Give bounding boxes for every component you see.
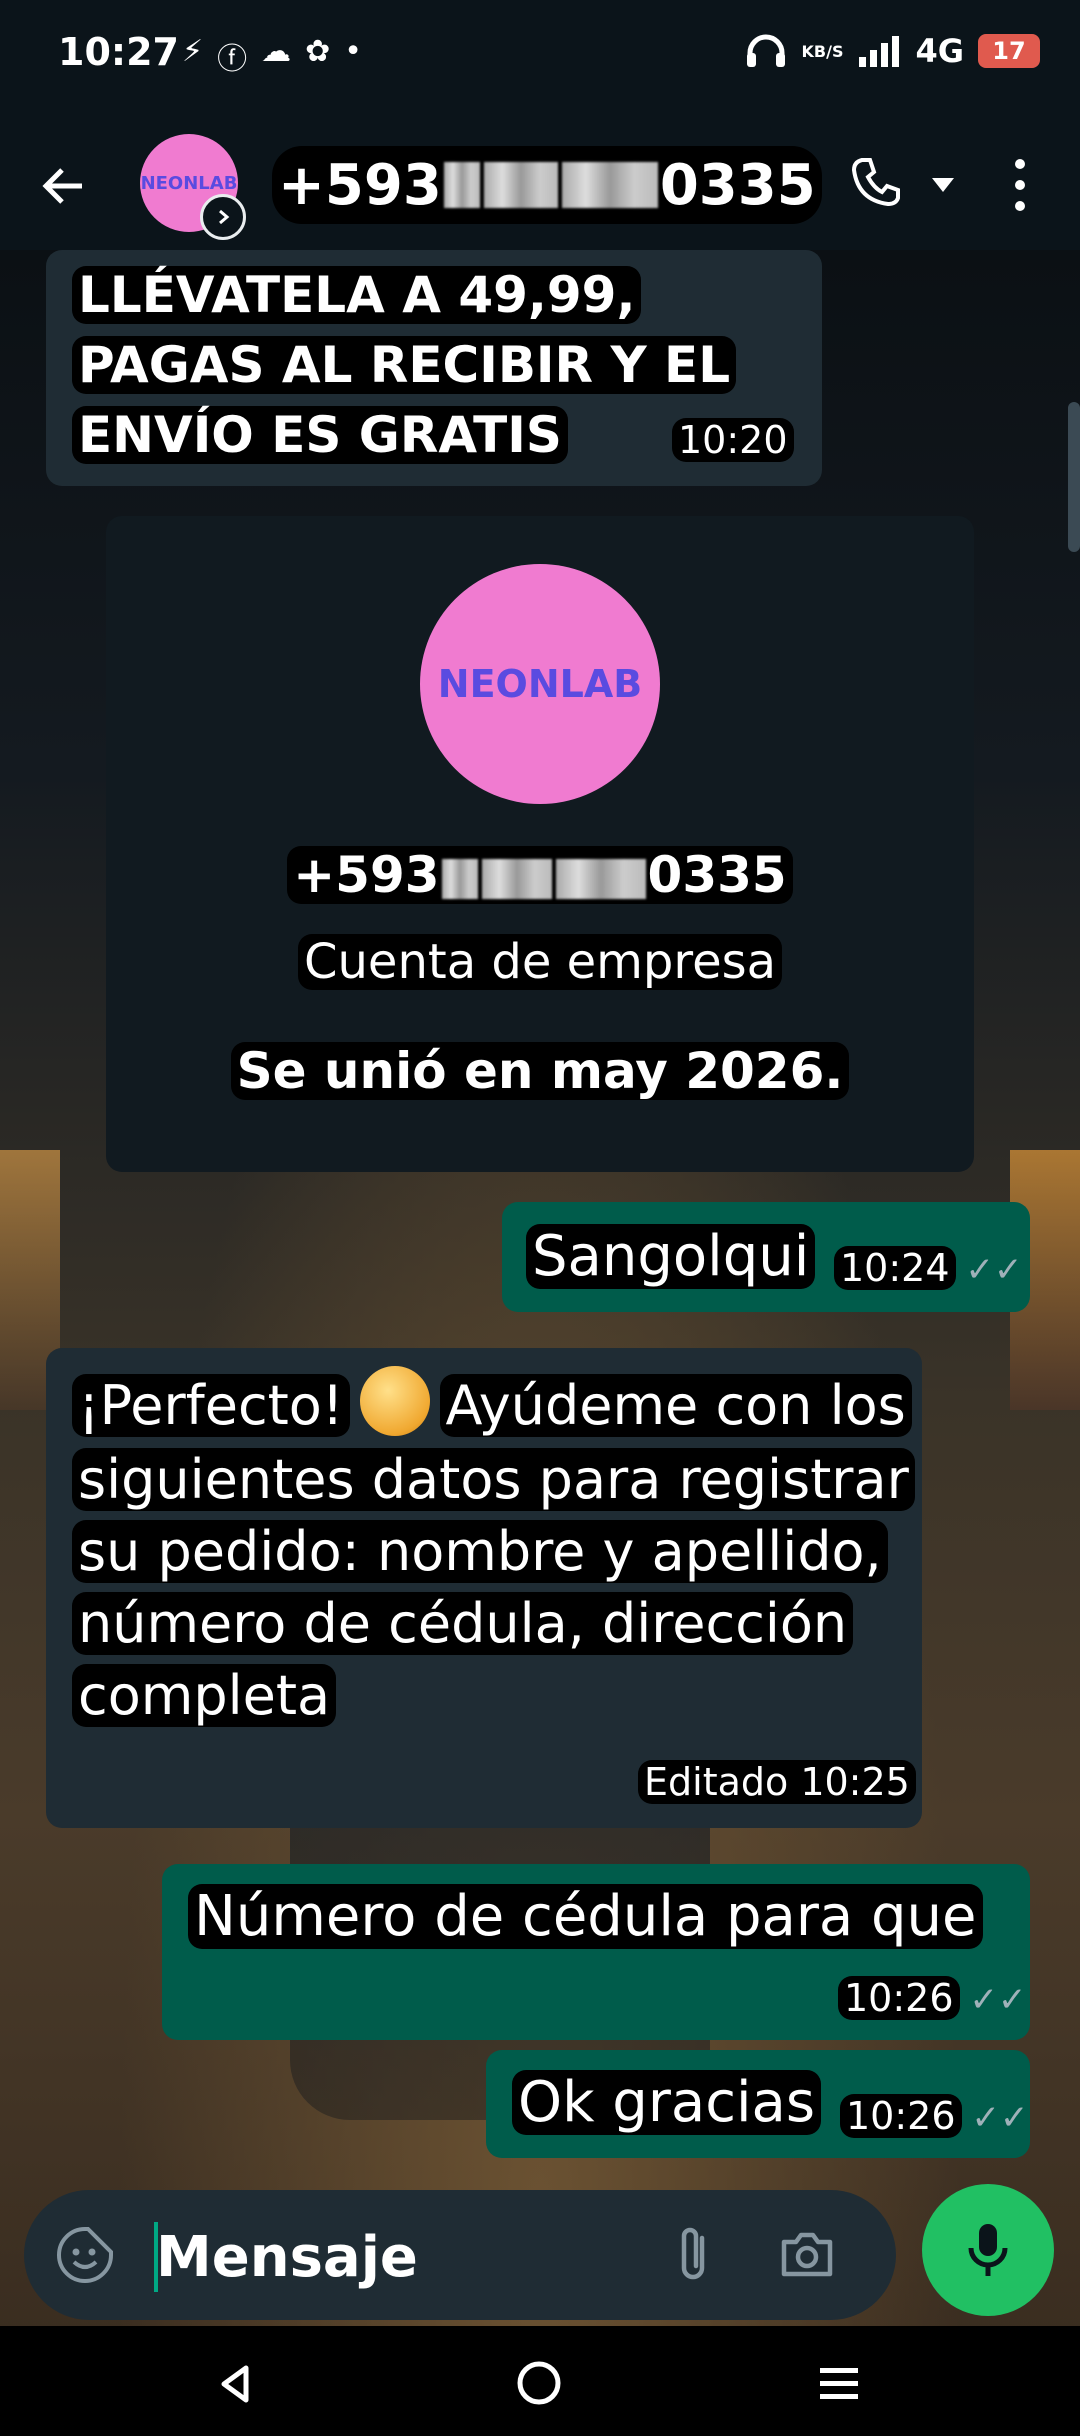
message-time: 10:24	[834, 1246, 956, 1290]
message-incoming[interactable]: ¡Perfecto! Ayúdeme con los siguientes dat…	[46, 1348, 922, 1828]
system-navigation-bar	[0, 2326, 1080, 2436]
more-options-icon[interactable]	[1006, 150, 1034, 220]
network-type: 4G	[915, 32, 964, 70]
status-time: 10:27	[58, 30, 179, 74]
message-time: 10:26	[840, 2094, 962, 2138]
microphone-button[interactable]	[922, 2184, 1054, 2316]
status-play-icon	[200, 194, 246, 240]
double-check-icon: ✓✓	[971, 2098, 1029, 2138]
account-type-label: Cuenta de empresa	[297, 934, 783, 990]
facebook-icon: ⓕ	[217, 42, 248, 77]
message-composer	[24, 2190, 896, 2320]
message-text: LLÉVATELA A 49,99, PAGAS AL RECIBIR Y EL…	[72, 266, 737, 464]
scroll-indicator[interactable]	[1068, 402, 1080, 552]
voice-call-icon[interactable]	[846, 152, 906, 212]
sticker-icon[interactable]	[54, 2224, 116, 2286]
message-outgoing[interactable]: Número de cédula para que 10:26 ✓✓	[162, 1864, 1030, 2040]
notification-icons: ⚡ ⓕ ☁ ✿ •	[182, 34, 362, 78]
message-input[interactable]	[154, 2216, 638, 2298]
chevron-down-icon[interactable]	[926, 170, 960, 200]
message-text: Número de cédula para que	[188, 1884, 983, 1949]
business-avatar[interactable]: NEONLAB	[420, 564, 660, 804]
chat-header: NEONLAB +593 0335	[0, 118, 1080, 250]
nav-recents-icon[interactable]	[816, 2360, 862, 2406]
redacted-digits	[443, 162, 480, 208]
double-check-icon: ✓✓	[965, 1250, 1023, 1290]
battery-icon: 17	[978, 34, 1040, 68]
nav-home-icon[interactable]	[514, 2358, 564, 2408]
microphone-icon	[968, 2224, 1008, 2276]
contact-name[interactable]: +593 0335	[272, 146, 822, 224]
dot-icon: •	[344, 34, 362, 69]
message-outgoing[interactable]: Sangolqui 10:24 ✓✓	[502, 1202, 1030, 1312]
contact-avatar[interactable]: NEONLAB	[140, 134, 246, 240]
joined-date: Se unió en may 2026.	[230, 1042, 850, 1100]
signal-icon	[859, 36, 900, 67]
message-time: 10:26	[838, 1976, 960, 2020]
messenger-icon: ⚡	[182, 34, 204, 69]
message-edited-time: Editado 10:25	[638, 1760, 916, 1804]
network-speed: KB/S	[801, 41, 844, 61]
headphones-icon	[746, 34, 785, 67]
double-check-icon: ✓✓	[969, 1980, 1027, 2020]
message-text: Sangolqui	[526, 1224, 816, 1289]
business-phone: +593 0335	[106, 846, 974, 904]
message-text: Ok gracias	[512, 2070, 822, 2135]
app-icon: ✿	[305, 34, 331, 69]
attach-icon[interactable]	[668, 2222, 718, 2288]
message-time: 10:20	[672, 418, 794, 462]
status-bar: 10:27 ⚡ ⓕ ☁ ✿ • KB/S 4G 17	[0, 0, 1080, 118]
system-status: KB/S 4G 17	[744, 32, 1040, 70]
message-incoming[interactable]: LLÉVATELA A 49,99, PAGAS AL RECIBIR Y EL…	[46, 250, 822, 486]
camera-icon[interactable]	[776, 2224, 838, 2286]
message-text: ¡Perfecto!	[72, 1374, 350, 1437]
smiling-emoji-icon	[359, 1366, 430, 1437]
business-info-card: NEONLAB +593 0335 Cuenta de empresa Se un…	[106, 516, 974, 1172]
back-arrow-icon[interactable]	[32, 154, 96, 218]
nav-back-icon[interactable]	[214, 2362, 258, 2406]
message-outgoing[interactable]: Ok gracias 10:26 ✓✓	[486, 2050, 1030, 2158]
turtle-icon: ☁	[261, 34, 292, 69]
